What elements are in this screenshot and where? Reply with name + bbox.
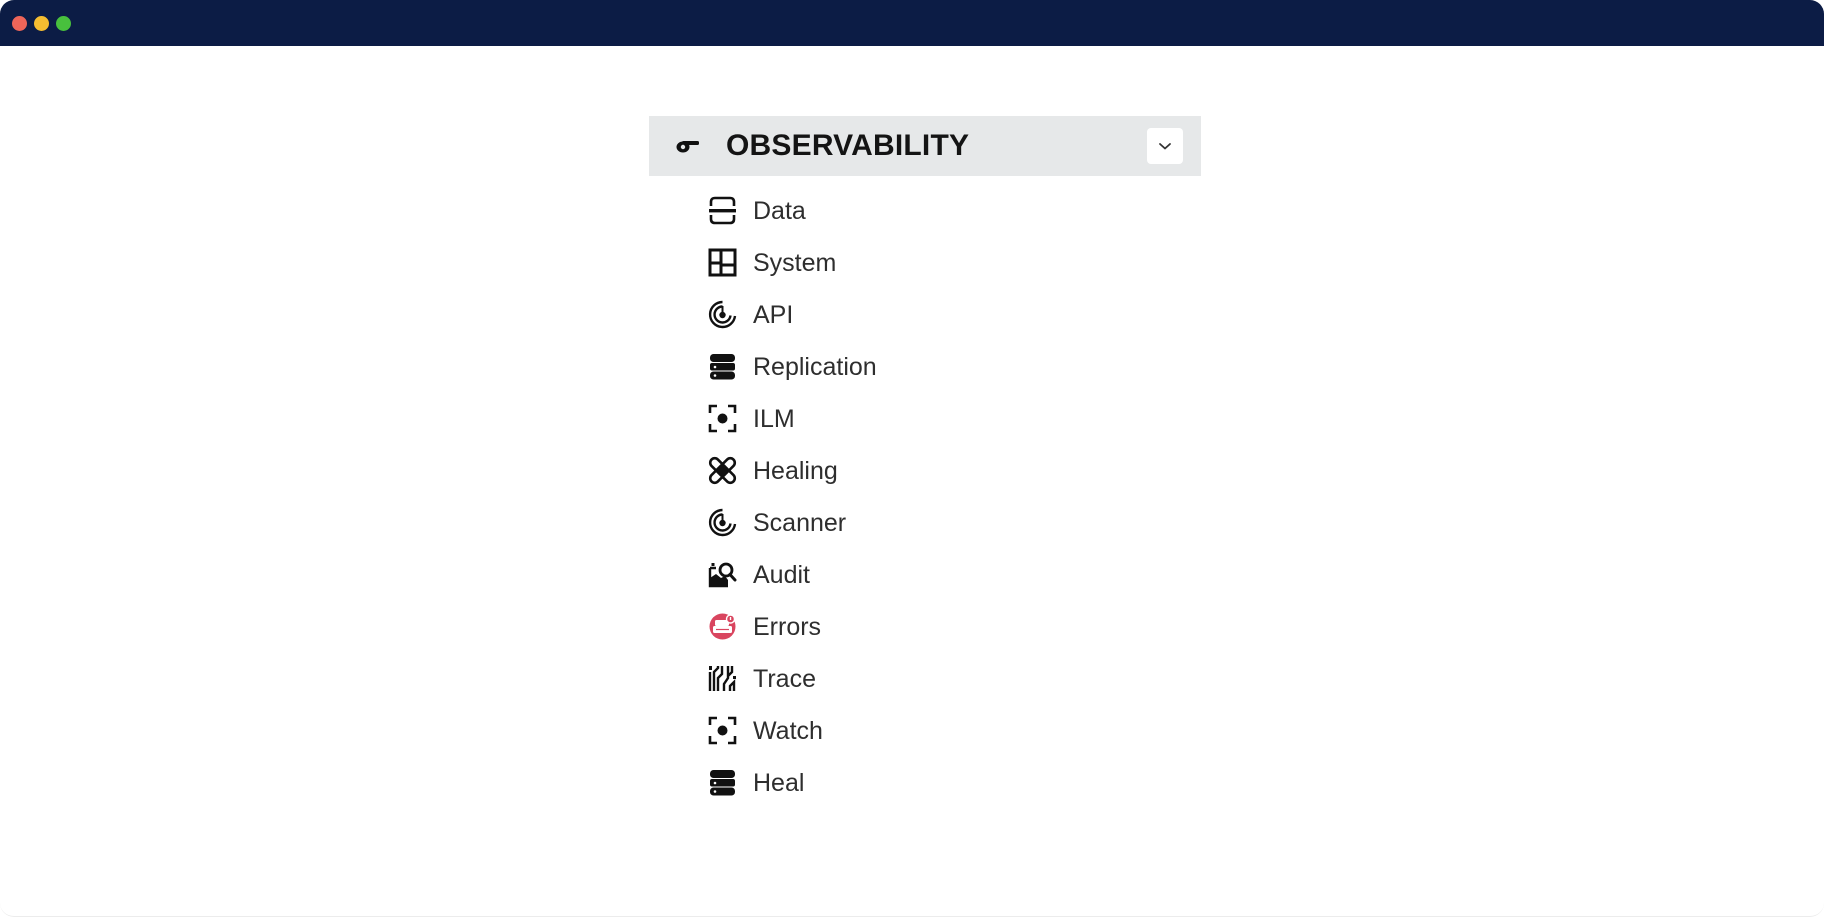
- menu-section-header[interactable]: OBSERVABILITY: [649, 116, 1201, 176]
- data-icon: [708, 196, 737, 225]
- menu-item-label: Errors: [753, 613, 822, 641]
- menu-item-data[interactable]: Data: [649, 186, 1201, 238]
- menu-item-healing[interactable]: Healing: [649, 446, 1201, 498]
- focus-dot-icon: [708, 716, 737, 745]
- menu-item-label: Scanner: [753, 509, 847, 537]
- grid-layout-icon: [708, 248, 737, 277]
- maximize-window-button[interactable]: [56, 16, 71, 31]
- database-icon: [708, 352, 737, 381]
- focus-dot-icon: [708, 404, 737, 433]
- menu-item-label: Audit: [753, 561, 810, 589]
- whistle-icon: [676, 136, 700, 154]
- radar-icon: [708, 300, 737, 329]
- menu-item-errors[interactable]: Errors: [649, 602, 1201, 654]
- menu-list: Data System API Replication ILM Healing …: [649, 186, 1201, 810]
- radar-icon: [708, 508, 737, 537]
- menu-item-label: API: [753, 301, 794, 329]
- menu-item-heal[interactable]: Heal: [649, 758, 1201, 810]
- menu-item-label: ILM: [753, 405, 795, 433]
- circuit-trace-icon: [708, 664, 737, 693]
- database-icon: [708, 768, 737, 797]
- title-bar: [0, 0, 1824, 46]
- menu-item-ilm[interactable]: ILM: [649, 394, 1201, 446]
- menu-item-label: Watch: [753, 717, 823, 745]
- close-window-button[interactable]: [12, 16, 27, 31]
- observability-menu: OBSERVABILITY Data System API Replicatio…: [649, 116, 1201, 810]
- menu-item-label: System: [753, 249, 837, 277]
- menu-item-label: Healing: [753, 457, 838, 485]
- menu-item-system[interactable]: System: [649, 238, 1201, 290]
- menu-item-api[interactable]: API: [649, 290, 1201, 342]
- menu-item-watch[interactable]: Watch: [649, 706, 1201, 758]
- menu-item-scanner[interactable]: Scanner: [649, 498, 1201, 550]
- section-title: OBSERVABILITY: [726, 129, 970, 162]
- error-drive-icon: [708, 612, 737, 641]
- menu-item-label: Trace: [753, 665, 816, 693]
- bandage-icon: [708, 456, 737, 485]
- menu-item-audit[interactable]: Audit: [649, 550, 1201, 602]
- collapse-toggle-button[interactable]: [1147, 128, 1183, 164]
- image-search-icon: [708, 560, 737, 589]
- menu-item-label: Data: [753, 197, 806, 225]
- menu-item-label: Heal: [753, 769, 805, 797]
- menu-item-replication[interactable]: Replication: [649, 342, 1201, 394]
- minimize-window-button[interactable]: [34, 16, 49, 31]
- chevron-down-icon: [1159, 143, 1171, 150]
- menu-item-label: Replication: [753, 353, 877, 381]
- app-window: OBSERVABILITY Data System API Replicatio…: [0, 0, 1824, 917]
- menu-item-trace[interactable]: Trace: [649, 654, 1201, 706]
